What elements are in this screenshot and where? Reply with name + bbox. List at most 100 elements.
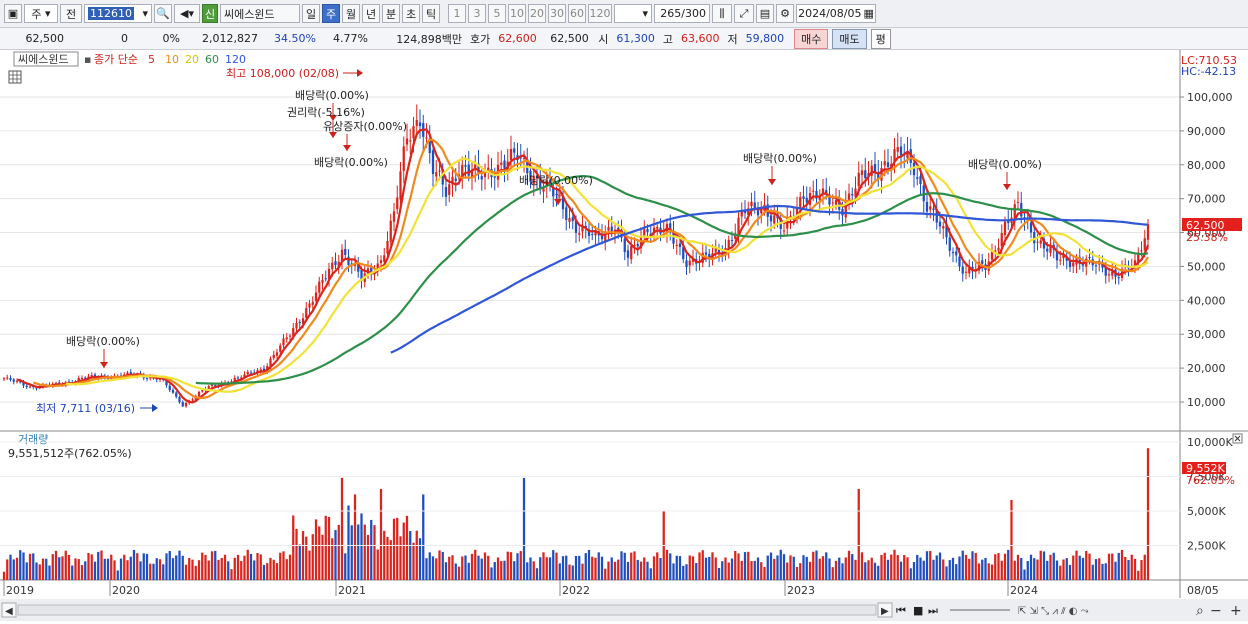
- info-open: 61,300: [616, 32, 655, 45]
- gear-icon[interactable]: ⚙: [776, 4, 794, 23]
- volume-bar: [448, 556, 451, 580]
- save-icon[interactable]: ▤: [756, 4, 774, 23]
- candle-body: [919, 176, 922, 185]
- volume-bar: [799, 563, 802, 580]
- table-icon[interactable]: [8, 70, 22, 84]
- interval-1[interactable]: 1: [448, 4, 466, 23]
- speaker-icon[interactable]: ◀▾: [174, 4, 200, 23]
- volume-bar: [58, 557, 61, 580]
- volume-bar: [474, 549, 477, 580]
- volume-bar: [405, 515, 409, 580]
- period-tick[interactable]: 틱: [422, 4, 440, 23]
- volume-bar: [682, 565, 685, 580]
- candle-body: [383, 255, 386, 262]
- info-bar: 62,500 0 0% 2,012,827 34.50% 4.77% 124,8…: [0, 28, 1248, 50]
- count-field[interactable]: 265/300: [654, 4, 710, 23]
- period-year[interactable]: 년: [362, 4, 380, 23]
- interval-10[interactable]: 10: [508, 4, 526, 23]
- period-minute[interactable]: 분: [382, 4, 400, 23]
- volume-bar: [1072, 555, 1075, 580]
- volume-bar: [539, 557, 542, 580]
- volume-bar: [412, 542, 415, 580]
- scrollbar-track[interactable]: [17, 604, 877, 616]
- volume-bar: [314, 519, 318, 580]
- volume-bar: [1016, 554, 1020, 580]
- candle-body: [480, 176, 483, 180]
- candle-body: [272, 354, 275, 359]
- volume-bar: [477, 555, 480, 580]
- volume-bar: [402, 522, 405, 580]
- annotation-label: 배당락(0.00%): [295, 89, 369, 102]
- interval-20[interactable]: 20: [528, 4, 546, 23]
- interval-60[interactable]: 60: [568, 4, 586, 23]
- interval-5[interactable]: 5: [488, 4, 506, 23]
- candle-body: [1146, 224, 1150, 240]
- volume-value: 9,551,512주(762.05%): [8, 447, 132, 460]
- x-tick-label: 2023: [787, 584, 815, 597]
- forward-icon[interactable]: ⏭: [928, 604, 938, 617]
- info-turnover: 4.77%: [333, 32, 368, 45]
- stop-icon[interactable]: ■: [913, 604, 923, 617]
- draw-tools-icons[interactable]: ⇱ ⇲ ⤡ ⩘ ⫽ ◐ ⤳: [1018, 606, 1089, 617]
- period-month[interactable]: 월: [342, 4, 360, 23]
- buy-button[interactable]: 매수: [794, 28, 829, 49]
- volume-bar: [87, 552, 90, 580]
- price-chart-svg[interactable]: 씨에스윈드 ▪ 종가 단순 5 10 20 60 120 LC:710.53 H…: [0, 50, 1248, 621]
- volume-bar: [168, 551, 171, 580]
- volume-bar: [591, 556, 594, 580]
- eval-button[interactable]: 평: [870, 28, 891, 49]
- line-tool-icon[interactable]: ⤢: [734, 4, 754, 23]
- zoom-in-icon[interactable]: +: [1230, 603, 1242, 619]
- volume-bar: [867, 560, 870, 580]
- x-tick-label: 2019: [6, 584, 34, 597]
- volume-bar: [1013, 560, 1016, 580]
- volume-bar: [246, 549, 249, 580]
- type-select[interactable]: 주 ▾: [24, 4, 58, 23]
- interval-30[interactable]: 30: [548, 4, 566, 23]
- prev-button[interactable]: 전: [60, 4, 82, 23]
- sell-button[interactable]: 매도: [832, 28, 867, 49]
- interval-120[interactable]: 120: [588, 4, 612, 23]
- volume-bar: [1124, 556, 1127, 580]
- interval-3[interactable]: 3: [468, 4, 486, 23]
- volume-bar: [779, 549, 782, 580]
- layout-icon[interactable]: ▣: [4, 4, 22, 23]
- candle-body: [685, 260, 688, 268]
- period-week[interactable]: 주: [322, 4, 340, 23]
- date-field[interactable]: 2024/08/05 ▦: [796, 4, 876, 23]
- volume-bar: [519, 551, 522, 580]
- x-tick-label: 2024: [1010, 584, 1038, 597]
- candle-body: [851, 194, 854, 196]
- candle-body: [80, 378, 84, 380]
- volume-bar: [669, 553, 672, 580]
- interval-select[interactable]: ▾: [614, 4, 652, 23]
- rewind-icon[interactable]: ⏮: [896, 604, 906, 617]
- period-second[interactable]: 초: [402, 4, 420, 23]
- candle-body: [782, 230, 786, 232]
- volume-bar: [93, 561, 97, 580]
- period-day[interactable]: 일: [302, 4, 320, 23]
- volume-bar: [155, 558, 158, 580]
- chevron-down-icon: ▾: [142, 7, 148, 20]
- volume-bar: [883, 552, 886, 580]
- volume-bar: [240, 561, 243, 580]
- candle-icon[interactable]: ⫼: [712, 4, 732, 23]
- candle-body: [2, 378, 6, 380]
- volume-bar: [28, 553, 32, 580]
- stock-tag: 씨에스윈드: [18, 52, 69, 66]
- volume-bar: [207, 560, 210, 580]
- candle-body: [513, 148, 516, 153]
- search-icon[interactable]: 🔍: [154, 4, 172, 23]
- candle-body: [675, 244, 678, 246]
- volume-bar: [789, 555, 792, 580]
- volume-bar: [360, 513, 363, 580]
- volume-bar: [1117, 552, 1120, 580]
- volume-bar: [344, 553, 347, 580]
- volume-bar: [25, 562, 28, 580]
- zoom-out-icon[interactable]: −: [1210, 603, 1222, 619]
- volume-bar: [825, 552, 828, 580]
- volume-bar: [386, 536, 389, 580]
- volume-bar: [373, 525, 376, 580]
- zoom-search-icon[interactable]: ⌕: [1196, 603, 1204, 619]
- code-input[interactable]: 112610 ▾: [84, 4, 152, 23]
